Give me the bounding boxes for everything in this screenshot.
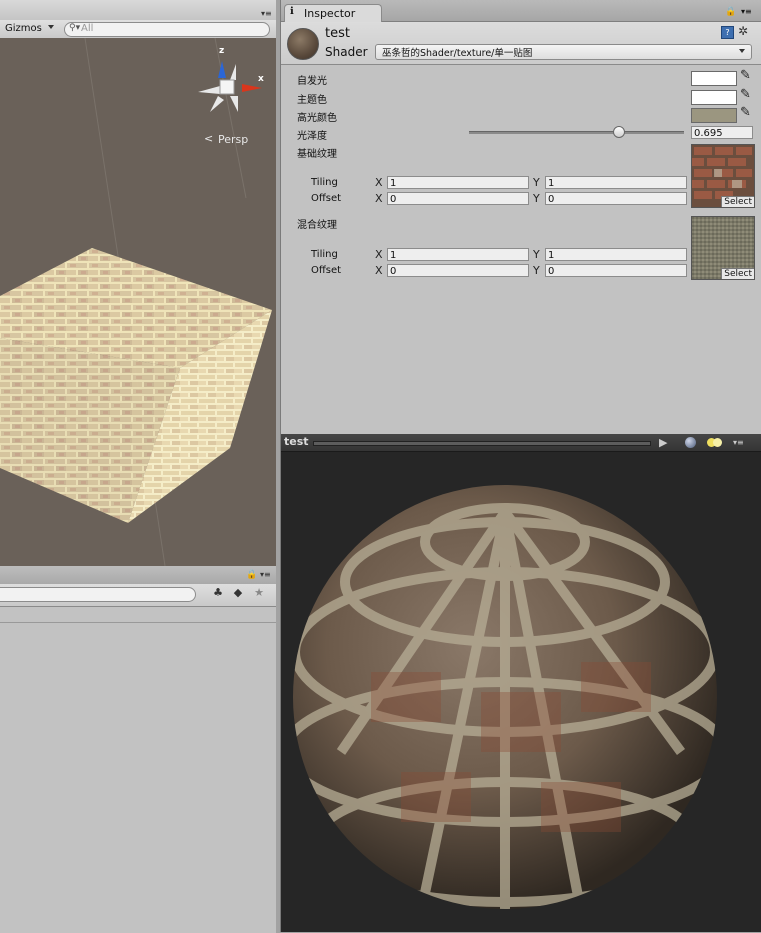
lock-icon[interactable]: 🔒: [725, 7, 736, 17]
shader-value: 巫条哲的Shader/texture/单一贴图: [382, 48, 533, 59]
emission-color-swatch[interactable]: [691, 71, 737, 86]
material-preview-panel: test ▶ ▾≡: [280, 434, 761, 932]
emission-label: 自发光: [297, 76, 327, 87]
panel-menu-icon[interactable]: ▾≡: [733, 438, 744, 447]
preview-toolbar: test ▶ ▾≡: [281, 434, 761, 452]
blend-offset-x-field[interactable]: 0: [387, 264, 529, 277]
blend-offset-label: Offset: [311, 265, 342, 276]
chevron-down-icon: [739, 49, 745, 53]
main-color-swatch[interactable]: [691, 90, 737, 105]
search-icon: ⚲▾: [69, 23, 81, 33]
gloss-value-field[interactable]: 0.695: [691, 126, 753, 139]
preview-render[interactable]: [281, 452, 761, 932]
eyedropper-icon[interactable]: ✎: [740, 87, 751, 102]
base-tiling-label: Tiling: [311, 177, 338, 188]
base-tiling-x-label: X: [375, 176, 383, 189]
help-icon[interactable]: ?: [721, 26, 734, 39]
blend-tiling-y-label: Y: [533, 248, 540, 261]
inspector-panel: ℹ Inspector 🔒 ▾≡ test Shader 巫条哲的Shader/…: [280, 0, 761, 434]
tab-inspector-label: Inspector: [304, 7, 356, 20]
spec-color-swatch[interactable]: [691, 108, 737, 123]
gear-icon[interactable]: ✲: [738, 24, 748, 38]
scene-toolbar: Gizmos ⚲▾ All: [0, 20, 276, 40]
project-panel: 🔒 ▾≡ ♣ ◆ ★: [0, 566, 276, 933]
blend-tiling-x-label: X: [375, 248, 383, 261]
blend-offset-y-field[interactable]: 0: [545, 264, 687, 277]
blend-texture-label: 混合纹理: [297, 220, 337, 231]
gloss-slider-thumb[interactable]: [613, 126, 626, 138]
project-tab-strip: 🔒 ▾≡: [0, 566, 276, 584]
persp-chevron-icon: <: [204, 132, 214, 145]
axis-x-label: x: [258, 74, 264, 84]
base-offset-y-field[interactable]: 0: [545, 192, 687, 205]
panel-menu-icon[interactable]: ▾≡: [260, 570, 271, 579]
blend-offset-x-label: X: [375, 264, 383, 277]
blend-tiling-x-field[interactable]: 1: [387, 248, 529, 261]
project-toolbar: ♣ ◆ ★: [0, 584, 276, 607]
base-texture-select-button[interactable]: Select: [721, 196, 754, 207]
material-thumbnail: [287, 28, 319, 60]
base-offset-y-label: Y: [533, 192, 540, 205]
blend-tiling-y-field[interactable]: 1: [545, 248, 687, 261]
scene-view[interactable]: z x < Persp: [0, 38, 276, 566]
inspector-tab-strip: ℹ Inspector 🔒 ▾≡: [281, 0, 761, 22]
gloss-label: 光泽度: [297, 131, 327, 142]
gizmos-dropdown-icon[interactable]: [48, 25, 54, 29]
shader-label: Shader: [325, 45, 368, 59]
blend-texture-slot[interactable]: Select: [691, 216, 755, 280]
main-color-label: 主题色: [297, 95, 327, 106]
base-offset-x-field[interactable]: 0: [387, 192, 529, 205]
blend-tiling-label: Tiling: [311, 249, 338, 260]
preview-sphere-icon[interactable]: [685, 437, 696, 448]
orientation-gizmo[interactable]: z x: [194, 46, 264, 118]
base-offset-label: Offset: [311, 193, 342, 204]
material-name: test: [325, 26, 350, 41]
eyedropper-icon[interactable]: ✎: [740, 68, 751, 83]
scene-menu-icon[interactable]: ▾≡: [261, 9, 272, 18]
persp-label[interactable]: Persp: [218, 133, 248, 146]
favorites-star-icon[interactable]: ★: [251, 586, 267, 602]
project-content: [0, 622, 276, 933]
project-search-input[interactable]: [0, 587, 196, 602]
base-tiling-y-label: Y: [533, 176, 540, 189]
base-texture-label: 基础纹理: [297, 149, 337, 160]
scene-search-input[interactable]: ⚲▾ All: [64, 22, 270, 37]
preview-light2-icon[interactable]: [713, 438, 722, 447]
blend-texture-select-button[interactable]: Select: [721, 268, 754, 279]
base-offset-x-label: X: [375, 192, 383, 205]
panel-menu-icon[interactable]: ▾≡: [741, 7, 752, 16]
preview-title: test: [284, 435, 309, 448]
filter-by-label-icon[interactable]: ◆: [230, 586, 246, 602]
spec-color-label: 高光颜色: [297, 113, 337, 124]
preview-drag-bar[interactable]: [313, 441, 651, 446]
base-texture-slot[interactable]: Select: [691, 144, 755, 208]
play-icon[interactable]: ▶: [659, 436, 667, 449]
shader-dropdown[interactable]: 巫条哲的Shader/texture/单一贴图: [375, 44, 752, 60]
axis-z-label: z: [219, 46, 225, 56]
base-tiling-y-field[interactable]: 1: [545, 176, 687, 189]
lock-icon[interactable]: 🔒: [246, 570, 257, 580]
scene-search-placeholder: All: [81, 23, 94, 34]
info-icon: ℹ: [290, 6, 294, 17]
material-header: test Shader 巫条哲的Shader/texture/单一贴图 ? ✲: [281, 22, 761, 65]
blend-offset-y-label: Y: [533, 264, 540, 277]
base-tiling-x-field[interactable]: 1: [387, 176, 529, 189]
eyedropper-icon[interactable]: ✎: [740, 105, 751, 120]
tab-inspector[interactable]: ℹ Inspector: [284, 4, 382, 22]
gloss-slider-track[interactable]: [469, 131, 684, 134]
filter-by-type-icon[interactable]: ♣: [210, 586, 226, 602]
gizmos-button[interactable]: Gizmos: [5, 23, 42, 34]
